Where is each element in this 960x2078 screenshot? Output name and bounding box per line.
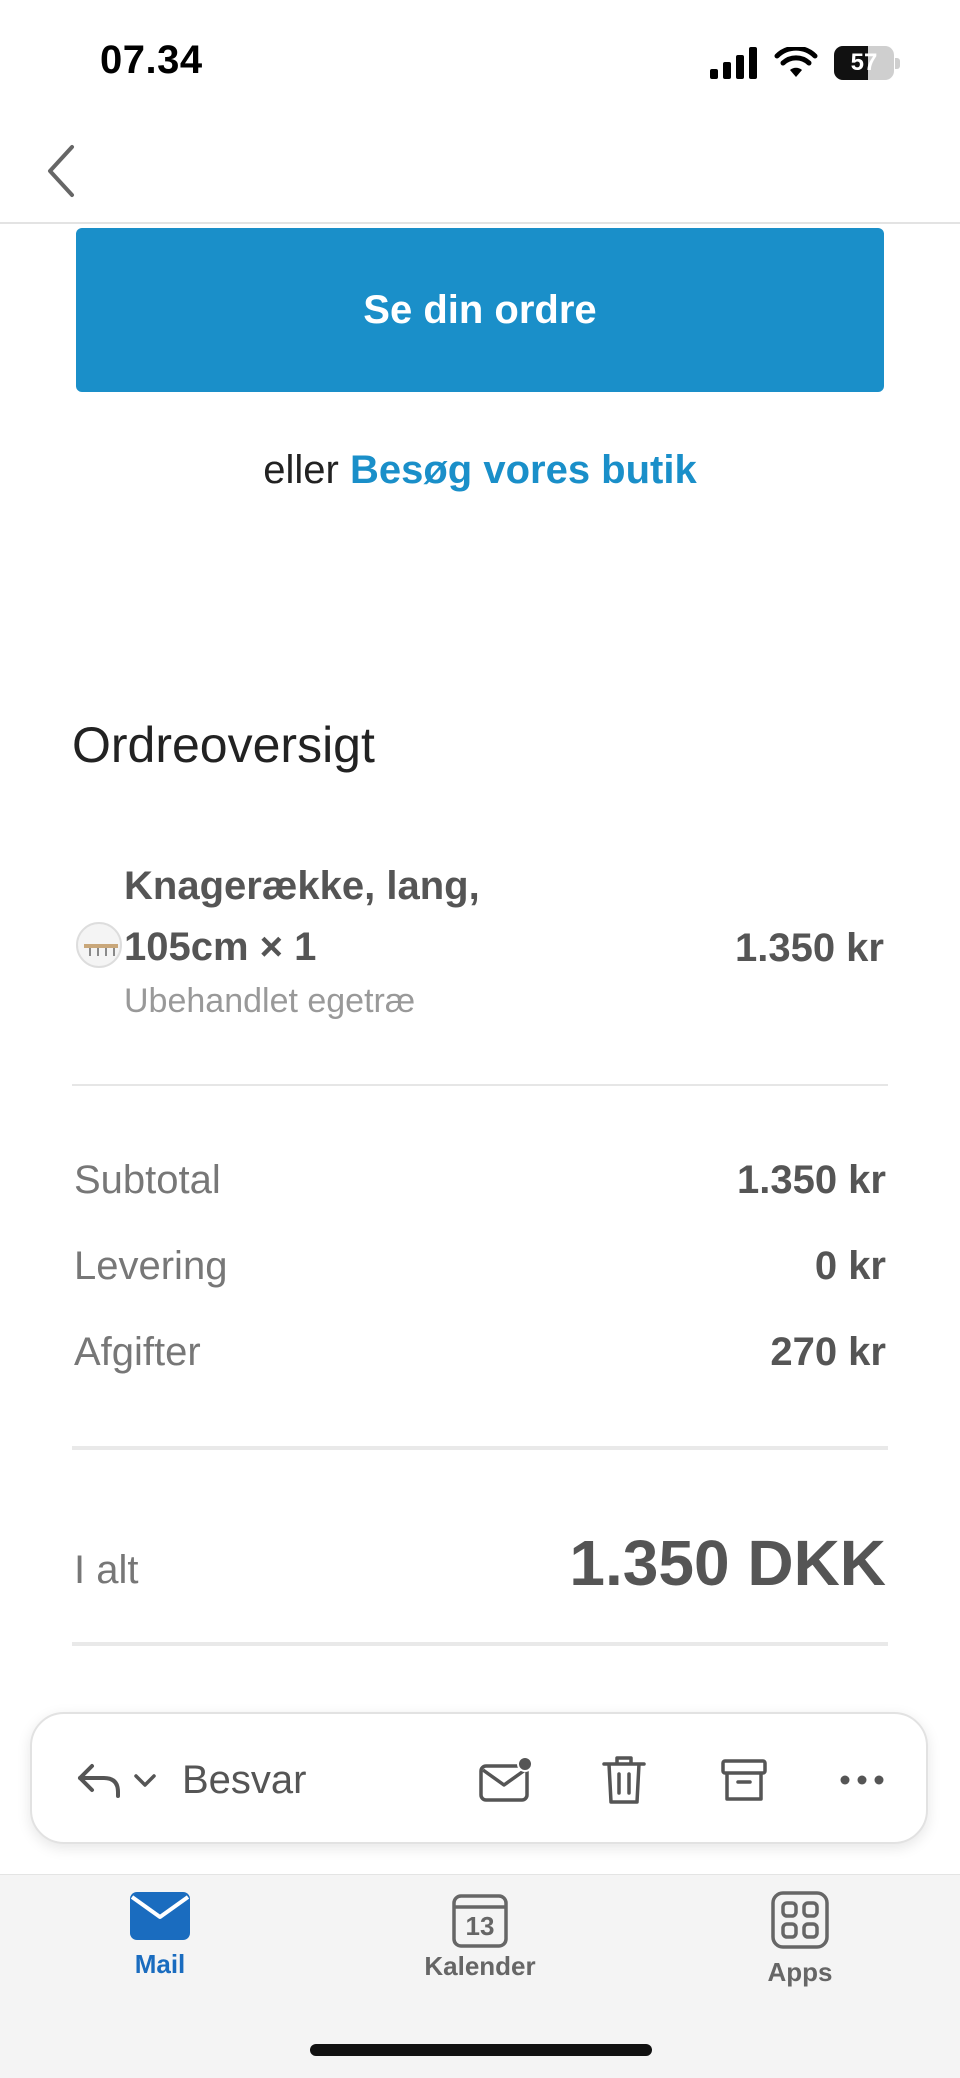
order-item: Knagerække, lang, 105cm × 1 Ubehandlet e…	[72, 856, 888, 1042]
status-time: 07.34	[100, 38, 203, 82]
total-value: 1.350 DKK	[569, 1527, 886, 1599]
message-action-toolbar: Besvar	[30, 1712, 928, 1844]
reply-button[interactable]: Besvar	[76, 1744, 307, 1816]
mail-icon	[130, 1892, 190, 1940]
order-summary-title: Ordreoversigt	[72, 717, 375, 773]
tab-apps[interactable]: Apps	[700, 1891, 900, 2011]
apps-icon	[771, 1891, 829, 1949]
signal-icon	[710, 47, 757, 79]
reply-icon	[78, 1764, 120, 1798]
summary-value: 0 kr	[814, 1244, 886, 1288]
tab-calendar[interactable]: 13 Kalender	[380, 1891, 580, 2011]
view-order-button[interactable]: Se din ordre	[76, 228, 884, 392]
summary-label: Afgifter	[74, 1330, 201, 1374]
archive-icon	[721, 1759, 767, 1801]
email-screen: 07.34 57 Se din ordre eller Besøg vores …	[0, 0, 960, 2078]
email-body: Se din ordre eller Besøg vores butik Ord…	[0, 226, 960, 1716]
chevron-left-icon	[48, 145, 74, 197]
back-button[interactable]	[30, 138, 90, 204]
total-label: I alt	[74, 1548, 139, 1592]
item-variant: Ubehandlet egetræ	[124, 982, 416, 1020]
mark-unread-button[interactable]	[470, 1744, 542, 1816]
total-row: I alt 1.350 DKK	[74, 1526, 886, 1616]
tab-label: Kalender	[424, 1951, 536, 1981]
product-thumbnail	[76, 922, 122, 968]
calendar-date: 13	[465, 1911, 495, 1941]
chevron-down-icon[interactable]	[130, 1770, 160, 1790]
trash-icon	[602, 1756, 646, 1804]
summary-label: Levering	[74, 1244, 228, 1288]
wifi-icon	[774, 47, 818, 77]
divider	[72, 1446, 888, 1450]
nav-bar	[0, 120, 960, 224]
summary-value: 270 kr	[770, 1330, 886, 1374]
home-indicator	[310, 2044, 652, 2056]
summary-row-subtotal: Subtotal 1.350 kr	[74, 1158, 886, 1218]
summary-label: Subtotal	[74, 1158, 221, 1202]
visit-store-link[interactable]: Besøg vores butik	[350, 448, 697, 492]
status-bar: 07.34 57	[0, 0, 960, 120]
battery-icon: 57	[834, 46, 900, 80]
reply-label: Besvar	[182, 1757, 307, 1802]
summary-value: 1.350 kr	[736, 1158, 886, 1202]
battery-level: 57	[850, 49, 878, 76]
tab-label: Apps	[767, 1957, 833, 1987]
summary-row-delivery: Levering 0 kr	[74, 1244, 886, 1304]
calendar-icon: 13	[451, 1891, 509, 1949]
divider	[72, 1642, 888, 1646]
tab-label: Mail	[134, 1949, 186, 1979]
item-title: Knagerække, lang, 105cm × 1	[124, 864, 480, 969]
summary-row-fees: Afgifter 270 kr	[74, 1330, 886, 1390]
alt-prefix: eller	[263, 448, 350, 492]
divider	[72, 1084, 888, 1086]
status-icons: 57	[710, 46, 900, 80]
more-button[interactable]	[826, 1744, 898, 1816]
tab-mail[interactable]: Mail	[60, 1891, 260, 2011]
item-price: 1.350 kr	[734, 926, 884, 970]
archive-button[interactable]	[708, 1744, 780, 1816]
mark-unread-icon	[479, 1756, 533, 1802]
more-icon	[840, 1775, 884, 1785]
visit-store-line: eller Besøg vores butik	[0, 448, 960, 493]
delete-button[interactable]	[588, 1744, 660, 1816]
coat-rack-icon	[84, 944, 118, 956]
